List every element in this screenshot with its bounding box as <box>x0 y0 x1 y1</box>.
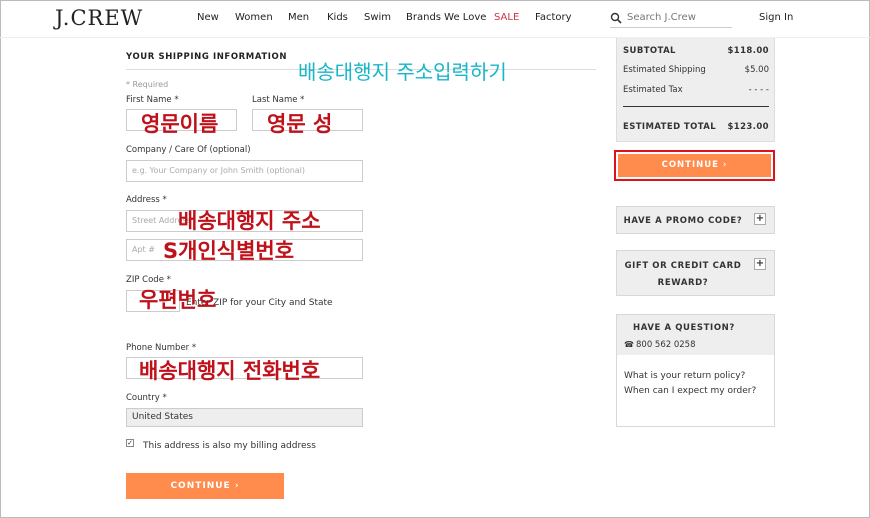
last-name-label: Last Name * <box>252 95 305 105</box>
gift-card-label-line1: GIFT OR CREDIT CARD <box>624 261 742 271</box>
nav-factory[interactable]: Factory <box>535 12 572 23</box>
top-nav: J.CREW New Women Men Kids Swim Brands We… <box>0 0 870 38</box>
gift-card-panel[interactable]: GIFT OR CREDIT CARD REWARD? + <box>616 250 775 296</box>
summary-divider <box>623 106 769 107</box>
address-line2-placeholder: Apt # <box>132 245 155 254</box>
subtotal-row: SUBTOTAL $118.00 <box>623 46 769 56</box>
shipping-value: $5.00 <box>744 65 769 75</box>
shipping-row: Estimated Shipping $5.00 <box>623 65 769 75</box>
company-input[interactable]: e.g. Your Company or John Smith (optiona… <box>126 160 363 182</box>
subtotal-label: SUBTOTAL <box>623 46 676 56</box>
subtotal-value: $118.00 <box>727 46 769 56</box>
nav-kids[interactable]: Kids <box>327 12 348 23</box>
delivery-time-link[interactable]: When can I expect my order? <box>624 384 769 398</box>
address-label: Address * <box>126 195 167 205</box>
total-row: ESTIMATED TOTAL $123.00 <box>623 122 769 132</box>
required-note: * Required <box>126 80 169 89</box>
nav-swim[interactable]: Swim <box>364 12 391 23</box>
annotation-first-name: 영문이름 <box>141 112 219 136</box>
phone-icon: ☎ <box>624 340 634 349</box>
annotation-phone: 배송대행지 전화번호 <box>139 359 321 383</box>
shipping-section-title: YOUR SHIPPING INFORMATION <box>126 52 288 62</box>
nav-new[interactable]: New <box>197 12 219 23</box>
country-select[interactable]: United States <box>126 408 363 427</box>
tax-label: Estimated Tax <box>623 85 683 95</box>
promo-expand-icon[interactable]: + <box>754 213 766 225</box>
promo-code-panel[interactable]: HAVE A PROMO CODE? + <box>616 206 775 234</box>
tax-value: - - - - <box>748 85 769 95</box>
nav-brands-we-love[interactable]: Brands We Love <box>406 12 486 23</box>
gift-card-expand-icon[interactable]: + <box>754 258 766 270</box>
shipping-label: Estimated Shipping <box>623 65 706 75</box>
company-label: Company / Care Of (optional) <box>126 145 251 155</box>
first-name-label: First Name * <box>126 95 179 105</box>
search-box[interactable]: Search J.Crew <box>610 10 732 28</box>
annotation-address-input: 배송대행지 주소입력하기 <box>298 60 507 84</box>
continue-highlight-box: CONTINUE › <box>614 150 775 181</box>
help-title: HAVE A QUESTION? <box>633 323 735 333</box>
gift-card-label-line2: REWARD? <box>657 278 709 288</box>
jcrew-logo[interactable]: J.CREW <box>55 6 143 30</box>
total-value: $123.00 <box>727 122 769 132</box>
nav-men[interactable]: Men <box>288 12 309 23</box>
help-panel: HAVE A QUESTION? ☎ 800 562 0258 What is … <box>616 314 775 427</box>
country-label: Country * <box>126 393 167 403</box>
total-label: ESTIMATED TOTAL <box>623 122 717 132</box>
company-placeholder: e.g. Your Company or John Smith (optiona… <box>132 166 306 175</box>
phone-label: Phone Number * <box>126 343 197 353</box>
billing-checkbox-label: This address is also my billing address <box>143 441 316 451</box>
help-header: HAVE A QUESTION? ☎ 800 562 0258 <box>617 315 774 355</box>
nav-women[interactable]: Women <box>235 12 273 23</box>
order-summary: SUBTOTAL $118.00 Estimated Shipping $5.0… <box>616 38 775 142</box>
search-icon <box>610 12 622 24</box>
help-phone-number[interactable]: 800 562 0258 <box>636 340 695 350</box>
summary-continue-button[interactable]: CONTINUE › <box>618 154 771 177</box>
annotation-personal-id: S개인식별번호 <box>163 239 295 263</box>
continue-button[interactable]: CONTINUE › <box>126 473 284 499</box>
billing-checkbox[interactable]: ✓ <box>126 439 134 447</box>
search-placeholder: Search J.Crew <box>627 12 696 23</box>
country-value: United States <box>132 412 193 422</box>
tax-row: Estimated Tax - - - - <box>623 85 769 95</box>
annotation-agent-address: 배송대행지 주소 <box>178 209 321 233</box>
nav-sale[interactable]: SALE <box>494 12 519 23</box>
annotation-last-name: 영문 성 <box>267 112 333 136</box>
return-policy-link[interactable]: What is your return policy? <box>624 369 769 383</box>
promo-code-label: HAVE A PROMO CODE? <box>623 216 743 226</box>
sign-in-link[interactable]: Sign In <box>759 12 793 23</box>
annotation-zip: 우편번호 <box>139 288 217 312</box>
